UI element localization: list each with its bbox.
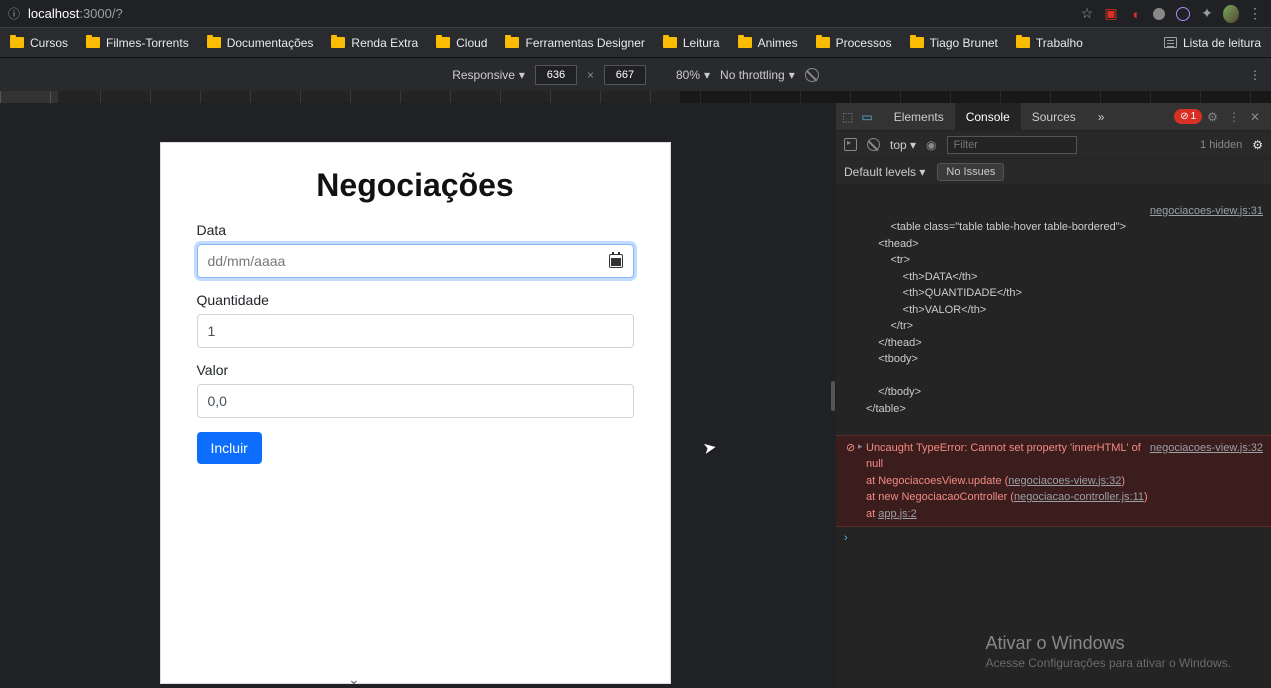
- bookmark-item[interactable]: Filmes-Torrents: [86, 36, 189, 50]
- log-source-link[interactable]: negociacoes-view.js:31: [1150, 203, 1263, 220]
- bookmark-item[interactable]: Cursos: [10, 36, 68, 50]
- page-title: Negociações: [197, 167, 634, 204]
- device-mode-select[interactable]: Responsive ▾: [452, 68, 525, 82]
- stack-link[interactable]: negociacao-controller.js:11: [1014, 491, 1144, 503]
- folder-icon: [505, 37, 519, 48]
- ruler: [0, 91, 1271, 103]
- stack-link[interactable]: negociacoes-view.js:32: [1008, 475, 1121, 487]
- bookmark-item[interactable]: Trabalho: [1016, 36, 1083, 50]
- bookmark-item[interactable]: Processos: [816, 36, 892, 50]
- label-quantidade: Quantidade: [197, 292, 634, 308]
- live-expression-icon[interactable]: ◉: [926, 138, 936, 152]
- folder-icon: [10, 37, 24, 48]
- devtools-menu-icon[interactable]: ⋮: [1223, 110, 1245, 124]
- data-input[interactable]: dd/mm/aaaa: [197, 244, 634, 278]
- list-icon: [1164, 37, 1177, 48]
- zoom-select[interactable]: 80% ▾: [676, 68, 710, 82]
- console-toolbar-2: Default levels ▾ No Issues: [836, 159, 1271, 185]
- calendar-icon[interactable]: [609, 254, 623, 268]
- bookmarks-bar: Cursos Filmes-Torrents Documentações Ren…: [0, 28, 1271, 58]
- dimension-x: ×: [587, 68, 594, 82]
- bookmark-item[interactable]: Renda Extra: [331, 36, 418, 50]
- bookmark-item[interactable]: Documentações: [207, 36, 314, 50]
- menu-icon[interactable]: ⋮: [1247, 6, 1263, 22]
- address-bar: ⓘ localhost:3000/? ☆ ▣ ◖ ✦ ⋮: [0, 0, 1271, 28]
- device-toolbar: Responsive ▾ × 80% ▾ No throttling ▾ ⋮: [0, 58, 1271, 91]
- console-settings-icon[interactable]: ⚙: [1252, 138, 1263, 152]
- valor-input[interactable]: [197, 384, 634, 418]
- bookmark-item[interactable]: Leitura: [663, 36, 720, 50]
- tab-console[interactable]: Console: [955, 103, 1021, 130]
- console-toolbar: top ▾ ◉ 1 hidden ⚙: [836, 131, 1271, 159]
- stack-link[interactable]: app.js:2: [878, 508, 917, 520]
- url[interactable]: localhost:3000/?: [28, 6, 123, 21]
- ext-icon-1[interactable]: ▣: [1103, 6, 1119, 22]
- console-error: ▸ negociacoes-view.js:32 Uncaught TypeEr…: [836, 435, 1271, 528]
- quantidade-input[interactable]: [197, 314, 634, 348]
- throttle-select[interactable]: No throttling ▾: [720, 68, 795, 82]
- settings-icon[interactable]: ⚙: [1202, 110, 1223, 124]
- reading-list[interactable]: Lista de leitura: [1164, 36, 1261, 50]
- profile-avatar[interactable]: [1223, 6, 1239, 22]
- ext-icon-3[interactable]: [1151, 6, 1167, 22]
- bookmark-item[interactable]: Tiago Brunet: [910, 36, 998, 50]
- devtools: ⬚ ▭ Elements Console Sources » 1 ⚙ ⋮ ✕ t…: [836, 103, 1271, 688]
- resize-handle-icon[interactable]: ⌄: [348, 671, 360, 688]
- console-prompt[interactable]: ›: [836, 527, 1271, 550]
- close-icon[interactable]: ✕: [1245, 110, 1265, 124]
- viewport: Negociações Data dd/mm/aaaa Quantidade V…: [0, 103, 830, 688]
- folder-icon: [1016, 37, 1030, 48]
- rotate-icon[interactable]: [805, 68, 819, 82]
- folder-icon: [738, 37, 752, 48]
- label-data: Data: [197, 222, 634, 238]
- rendered-page: Negociações Data dd/mm/aaaa Quantidade V…: [161, 143, 670, 683]
- folder-icon: [436, 37, 450, 48]
- tab-sources[interactable]: Sources: [1021, 103, 1087, 130]
- star-icon[interactable]: ☆: [1079, 6, 1095, 22]
- bookmark-item[interactable]: Ferramentas Designer: [505, 36, 644, 50]
- folder-icon: [207, 37, 221, 48]
- device-menu-icon[interactable]: ⋮: [1249, 68, 1261, 82]
- height-input[interactable]: [604, 65, 646, 85]
- site-info-icon[interactable]: ⓘ: [8, 5, 20, 22]
- error-source-link[interactable]: negociacoes-view.js:32: [1150, 440, 1263, 457]
- context-select[interactable]: top ▾: [890, 138, 916, 152]
- bookmark-item[interactable]: Animes: [738, 36, 798, 50]
- folder-icon: [663, 37, 677, 48]
- error-badge[interactable]: 1: [1174, 109, 1202, 124]
- width-input[interactable]: [535, 65, 577, 85]
- levels-select[interactable]: Default levels ▾: [844, 165, 925, 179]
- extensions-icon[interactable]: ✦: [1199, 6, 1215, 22]
- folder-icon: [816, 37, 830, 48]
- incluir-button[interactable]: Incluir: [197, 432, 262, 464]
- label-valor: Valor: [197, 362, 634, 378]
- ext-icon-2[interactable]: ◖: [1127, 6, 1143, 22]
- issues-button[interactable]: No Issues: [937, 163, 1004, 181]
- inspect-icon[interactable]: ⬚: [842, 110, 853, 124]
- folder-icon: [331, 37, 345, 48]
- hidden-count[interactable]: 1 hidden: [1200, 139, 1242, 151]
- folder-icon: [910, 37, 924, 48]
- filter-input[interactable]: [947, 136, 1077, 154]
- folder-icon: [86, 37, 100, 48]
- tab-elements[interactable]: Elements: [883, 103, 955, 130]
- bookmark-item[interactable]: Cloud: [436, 36, 487, 50]
- device-toggle-icon[interactable]: ▭: [861, 110, 872, 124]
- clear-console-icon[interactable]: [867, 138, 880, 151]
- devtools-tabs: ⬚ ▭ Elements Console Sources » 1 ⚙ ⋮ ✕: [836, 103, 1271, 131]
- console-body[interactable]: negociacoes-view.js:31 <table class="tab…: [836, 185, 1271, 688]
- sidebar-toggle-icon[interactable]: [844, 138, 857, 151]
- tab-more[interactable]: »: [1087, 103, 1116, 130]
- console-log: negociacoes-view.js:31 <table class="tab…: [836, 185, 1271, 435]
- date-placeholder: dd/mm/aaaa: [208, 253, 286, 269]
- expand-caret-icon[interactable]: ▸: [858, 440, 863, 454]
- ext-icon-4[interactable]: [1175, 6, 1191, 22]
